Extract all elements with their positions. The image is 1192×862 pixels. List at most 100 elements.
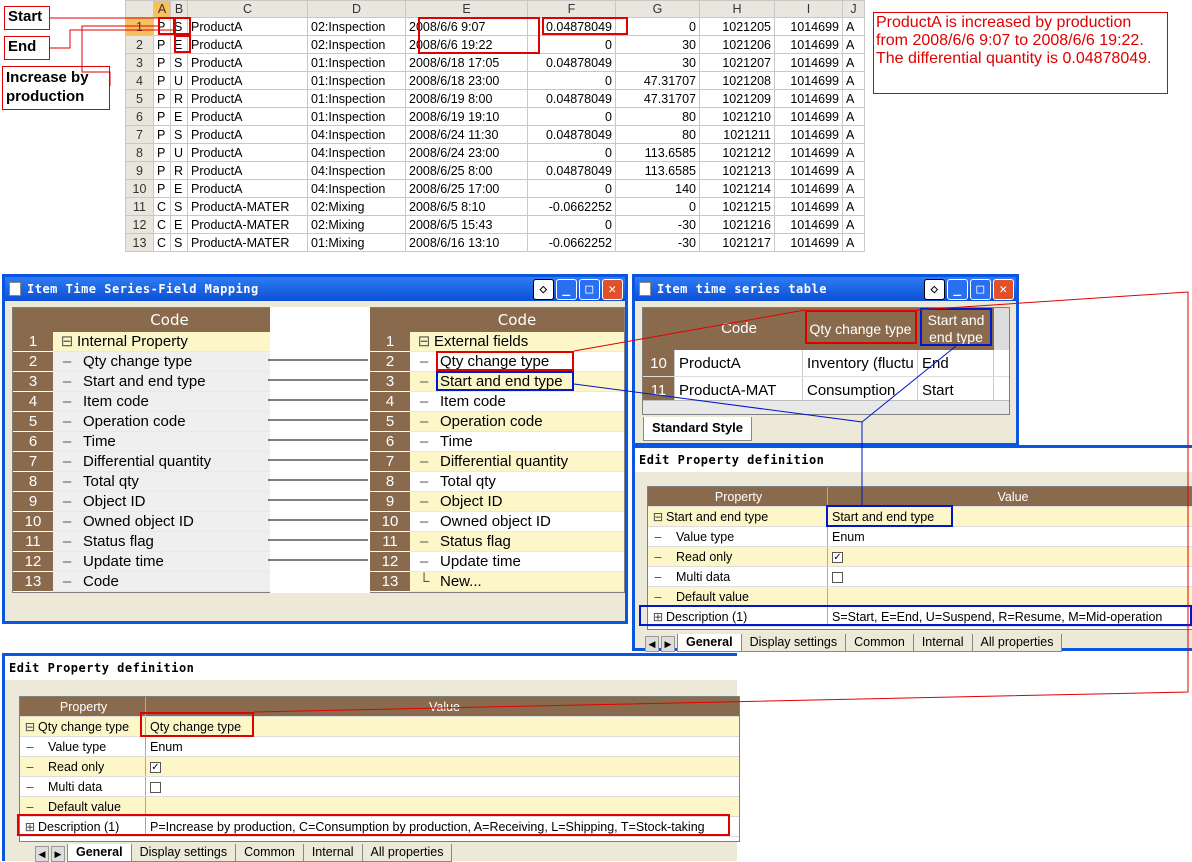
sheet-cell[interactable]: 0: [615, 17, 700, 36]
row-header[interactable]: 13: [125, 233, 154, 252]
sheet-cell[interactable]: 80: [615, 107, 700, 126]
mapping-titlebar[interactable]: Item Time Series-Field Mapping ◇ _ □ ✕: [5, 277, 625, 301]
sheet-cell[interactable]: 1014699: [774, 125, 843, 144]
sheet-cell[interactable]: 0: [615, 197, 700, 216]
external-field-row[interactable]: 10– Owned object ID: [370, 512, 624, 532]
row-header[interactable]: 2: [125, 35, 154, 54]
external-fields-grid[interactable]: Code 1 ⊟ External fields 2– Qty change type 3…: [369, 307, 625, 593]
read-only-checkbox[interactable]: ✓: [150, 762, 161, 774]
sheet-cell[interactable]: 04:Inspection: [307, 143, 406, 162]
external-field-row[interactable]: 12– Update time: [370, 552, 624, 572]
sheet-cell[interactable]: 1014699: [774, 35, 843, 54]
property-value[interactable]: Enum: [828, 527, 1192, 546]
sheet-cell[interactable]: S: [170, 53, 188, 72]
sheet-cell[interactable]: ProductA: [187, 179, 308, 198]
sheet-cell[interactable]: 140: [615, 179, 700, 198]
tab-internal[interactable]: Internal: [912, 634, 973, 652]
row-header[interactable]: 6: [125, 107, 154, 126]
minimize-button[interactable]: _: [947, 279, 968, 300]
sheet-cell[interactable]: ProductA: [187, 17, 308, 36]
corner-cell[interactable]: [125, 0, 154, 18]
sheet-cell[interactable]: C: [153, 215, 171, 234]
sheet-cell[interactable]: 0: [527, 179, 616, 198]
internal-field-row[interactable]: 1 ⊟ Internal Property: [13, 332, 270, 352]
sheet-cell[interactable]: 1014699: [774, 215, 843, 234]
sheet-cell[interactable]: 0: [527, 71, 616, 90]
sheet-cell[interactable]: 0.04878049: [527, 53, 616, 72]
sheet-cell[interactable]: E: [170, 107, 188, 126]
tab-standard-style[interactable]: Standard Style: [643, 417, 753, 441]
sheet-cell[interactable]: A: [842, 179, 865, 198]
internal-property-grid[interactable]: Code 1 ⊟ Internal Property 2– Qty change typ…: [12, 307, 271, 593]
sheet-cell[interactable]: A: [842, 197, 865, 216]
row-header[interactable]: 4: [125, 71, 154, 90]
sheet-cell[interactable]: P: [153, 89, 171, 108]
external-field-row[interactable]: 9– Object ID: [370, 492, 624, 512]
property-row[interactable]: – Value type Enum: [20, 737, 739, 757]
sheet-cell[interactable]: ProductA: [187, 143, 308, 162]
property-row[interactable]: ⊟ Qty change type Qty change type: [20, 717, 739, 737]
close-button[interactable]: ✕: [993, 279, 1014, 300]
sheet-cell[interactable]: E: [170, 179, 188, 198]
external-field-row[interactable]: 5– Operation code: [370, 412, 624, 432]
property-row[interactable]: – Value type Enum: [648, 527, 1192, 547]
tab-display-settings[interactable]: Display settings: [740, 634, 847, 652]
sheet-cell[interactable]: ProductA-MATER: [187, 233, 308, 252]
row-header[interactable]: 1: [125, 17, 154, 36]
sheet-cell[interactable]: S: [170, 125, 188, 144]
sheet-cell[interactable]: A: [842, 107, 865, 126]
sheet-cell[interactable]: P: [153, 35, 171, 54]
property-row[interactable]: – Read only ✓: [20, 757, 739, 777]
internal-field-row[interactable]: 13– Code: [13, 572, 270, 592]
collapse-icon[interactable]: ⊟: [650, 507, 666, 526]
sheet-cell[interactable]: P: [153, 143, 171, 162]
sheet-cell[interactable]: 02:Mixing: [307, 197, 406, 216]
sheet-cell[interactable]: 1014699: [774, 143, 843, 162]
sheet-cell[interactable]: 1014699: [774, 107, 843, 126]
sheet-cell[interactable]: 2008/6/19 19:10: [405, 107, 528, 126]
series-row[interactable]: 10 ProductA Inventory (fluctu End: [643, 350, 1009, 377]
sheet-cell[interactable]: ProductA: [187, 161, 308, 180]
sheet-cell[interactable]: 2008/6/18 17:05: [405, 53, 528, 72]
sheet-cell[interactable]: 02:Inspection: [307, 17, 406, 36]
maximize-button[interactable]: □: [579, 279, 600, 300]
row-header[interactable]: 11: [125, 197, 154, 216]
close-button[interactable]: ✕: [602, 279, 623, 300]
row-header[interactable]: 7: [125, 125, 154, 144]
sheet-cell[interactable]: 113.6585: [615, 143, 700, 162]
row-header[interactable]: 10: [125, 179, 154, 198]
sheet-cell[interactable]: 47.31707: [615, 71, 700, 90]
column-header[interactable]: C: [187, 0, 308, 18]
sheet-cell[interactable]: 2008/6/5 8:10: [405, 197, 528, 216]
sheet-cell[interactable]: 1014699: [774, 233, 843, 252]
sheet-cell[interactable]: 02:Mixing: [307, 215, 406, 234]
sheet-cell[interactable]: 1021209: [699, 89, 775, 108]
collapse-icon[interactable]: ⊟: [57, 332, 77, 351]
sheet-cell[interactable]: 04:Inspection: [307, 161, 406, 180]
tab-common[interactable]: Common: [235, 844, 304, 862]
tab-general[interactable]: General: [67, 844, 132, 862]
collapse-icon[interactable]: ⊟: [22, 717, 38, 736]
sheet-cell[interactable]: A: [842, 125, 865, 144]
sheet-cell[interactable]: ProductA-MATER: [187, 197, 308, 216]
tab-general[interactable]: General: [677, 634, 742, 652]
sheet-cell[interactable]: 1021216: [699, 215, 775, 234]
sheet-cell[interactable]: 2008/6/25 17:00: [405, 179, 528, 198]
sheet-cell[interactable]: A: [842, 89, 865, 108]
property-row[interactable]: – Default value: [648, 587, 1192, 607]
internal-field-row[interactable]: 6– Time: [13, 432, 270, 452]
sheet-cell[interactable]: A: [842, 215, 865, 234]
sheet-cell[interactable]: 2008/6/5 15:43: [405, 215, 528, 234]
multi-data-checkbox[interactable]: [150, 782, 161, 794]
sheet-cell[interactable]: A: [842, 161, 865, 180]
collapse-icon[interactable]: ⊟: [414, 332, 434, 351]
sheet-cell[interactable]: A: [842, 35, 865, 54]
sheet-cell[interactable]: 04:Inspection: [307, 125, 406, 144]
sheet-cell[interactable]: 1021207: [699, 53, 775, 72]
sheet-cell[interactable]: 2008/6/16 13:10: [405, 233, 528, 252]
sheet-cell[interactable]: ProductA: [187, 53, 308, 72]
sheet-cell[interactable]: ProductA: [187, 35, 308, 54]
sheet-cell[interactable]: 1014699: [774, 179, 843, 198]
sheet-cell[interactable]: ProductA: [187, 107, 308, 126]
sheet-cell[interactable]: 1021210: [699, 107, 775, 126]
